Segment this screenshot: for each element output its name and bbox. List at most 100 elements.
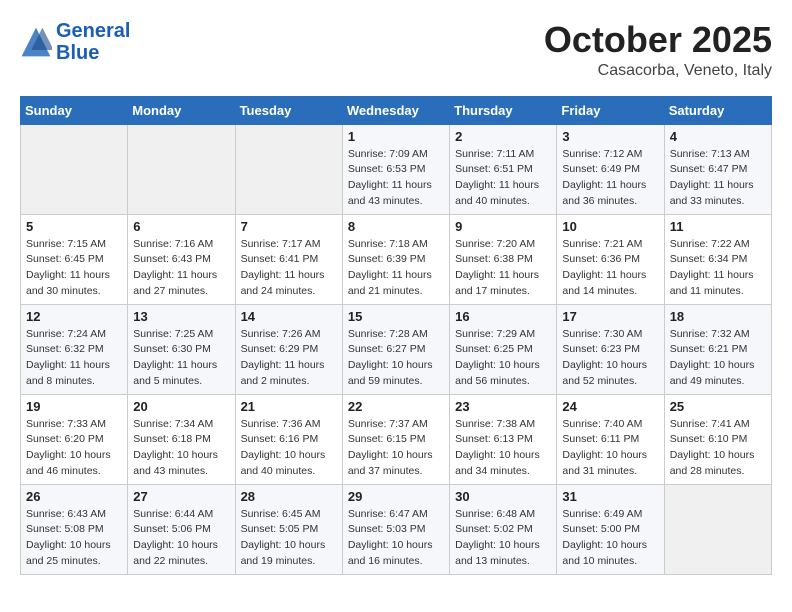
calendar-cell: 5Sunrise: 7:15 AMSunset: 6:45 PMDaylight…	[21, 214, 128, 304]
day-number: 29	[348, 489, 444, 504]
day-number: 12	[26, 309, 122, 324]
day-number: 9	[455, 219, 551, 234]
calendar-cell	[21, 124, 128, 214]
day-info: Sunrise: 6:47 AMSunset: 5:03 PMDaylight:…	[348, 507, 444, 570]
day-info: Sunrise: 7:26 AMSunset: 6:29 PMDaylight:…	[241, 327, 337, 390]
calendar-cell: 26 Sunrise: 6:43 AMSunset: 5:08 PMDayligh…	[21, 484, 128, 574]
title-block: October 2025 Casacorba, Veneto, Italy	[544, 20, 772, 80]
day-number: 28	[241, 489, 337, 504]
day-info: Sunrise: 7:17 AMSunset: 6:41 PMDaylight:…	[241, 237, 337, 300]
day-number: 18	[670, 309, 766, 324]
calendar-cell: 21 Sunrise: 7:36 AMSunset: 6:16 PMDayligh…	[235, 394, 342, 484]
calendar-cell: 23 Sunrise: 7:38 AMSunset: 6:13 PMDayligh…	[450, 394, 557, 484]
calendar-cell: 10 Sunrise: 7:21 AMSunset: 6:36 PMDayligh…	[557, 214, 664, 304]
calendar-cell: 15 Sunrise: 7:28 AMSunset: 6:27 PMDayligh…	[342, 304, 449, 394]
logo-text: GeneralBlue	[56, 20, 130, 64]
day-info: Sunrise: 7:24 AMSunset: 6:32 PMDaylight:…	[26, 327, 122, 390]
day-number: 14	[241, 309, 337, 324]
calendar-cell: 7 Sunrise: 7:17 AMSunset: 6:41 PMDaylight…	[235, 214, 342, 304]
day-number: 10	[562, 219, 658, 234]
day-number: 21	[241, 399, 337, 414]
day-number: 6	[133, 219, 229, 234]
calendar-cell: 12 Sunrise: 7:24 AMSunset: 6:32 PMDayligh…	[21, 304, 128, 394]
day-number: 23	[455, 399, 551, 414]
day-number: 31	[562, 489, 658, 504]
day-info: Sunrise: 7:22 AMSunset: 6:34 PMDaylight:…	[670, 237, 766, 300]
day-number: 20	[133, 399, 229, 414]
weekday-header-wednesday: Wednesday	[342, 96, 449, 124]
calendar-cell: 3 Sunrise: 7:12 AMSunset: 6:49 PMDaylight…	[557, 124, 664, 214]
calendar-cell: 16 Sunrise: 7:29 AMSunset: 6:25 PMDayligh…	[450, 304, 557, 394]
calendar-cell	[128, 124, 235, 214]
calendar-cell: 6 Sunrise: 7:16 AMSunset: 6:43 PMDaylight…	[128, 214, 235, 304]
weekday-header-tuesday: Tuesday	[235, 96, 342, 124]
day-number: 1	[348, 129, 444, 144]
day-number: 8	[348, 219, 444, 234]
day-info: Sunrise: 7:41 AMSunset: 6:10 PMDaylight:…	[670, 417, 766, 480]
calendar-table: SundayMondayTuesdayWednesdayThursdayFrid…	[20, 96, 772, 575]
day-info: Sunrise: 7:29 AMSunset: 6:25 PMDaylight:…	[455, 327, 551, 390]
day-info: Sunrise: 7:21 AMSunset: 6:36 PMDaylight:…	[562, 237, 658, 300]
calendar-cell: 17Sunrise: 7:30 AMSunset: 6:23 PMDayligh…	[557, 304, 664, 394]
weekday-header-thursday: Thursday	[450, 96, 557, 124]
weekday-header-sunday: Sunday	[21, 96, 128, 124]
calendar-week-4: 19Sunrise: 7:33 AMSunset: 6:20 PMDayligh…	[21, 394, 772, 484]
calendar-cell: 2 Sunrise: 7:11 AMSunset: 6:51 PMDaylight…	[450, 124, 557, 214]
calendar-cell: 30 Sunrise: 6:48 AMSunset: 5:02 PMDayligh…	[450, 484, 557, 574]
logo: GeneralBlue	[20, 20, 130, 64]
day-info: Sunrise: 6:44 AMSunset: 5:06 PMDaylight:…	[133, 507, 229, 570]
day-info: Sunrise: 6:48 AMSunset: 5:02 PMDaylight:…	[455, 507, 551, 570]
day-number: 30	[455, 489, 551, 504]
weekday-header-friday: Friday	[557, 96, 664, 124]
day-info: Sunrise: 7:36 AMSunset: 6:16 PMDaylight:…	[241, 417, 337, 480]
calendar-cell: 14 Sunrise: 7:26 AMSunset: 6:29 PMDayligh…	[235, 304, 342, 394]
location: Casacorba, Veneto, Italy	[544, 62, 772, 80]
day-number: 24	[562, 399, 658, 414]
day-info: Sunrise: 7:20 AMSunset: 6:38 PMDaylight:…	[455, 237, 551, 300]
calendar-cell: 9 Sunrise: 7:20 AMSunset: 6:38 PMDaylight…	[450, 214, 557, 304]
calendar-cell: 13Sunrise: 7:25 AMSunset: 6:30 PMDayligh…	[128, 304, 235, 394]
calendar-cell: 25 Sunrise: 7:41 AMSunset: 6:10 PMDayligh…	[664, 394, 771, 484]
day-info: Sunrise: 7:38 AMSunset: 6:13 PMDaylight:…	[455, 417, 551, 480]
day-info: Sunrise: 7:28 AMSunset: 6:27 PMDaylight:…	[348, 327, 444, 390]
day-info: Sunrise: 7:33 AMSunset: 6:20 PMDaylight:…	[26, 417, 122, 480]
day-info: Sunrise: 7:34 AMSunset: 6:18 PMDaylight:…	[133, 417, 229, 480]
calendar-cell: 27 Sunrise: 6:44 AMSunset: 5:06 PMDayligh…	[128, 484, 235, 574]
calendar-cell	[664, 484, 771, 574]
calendar-cell: 28 Sunrise: 6:45 AMSunset: 5:05 PMDayligh…	[235, 484, 342, 574]
calendar-cell: 22 Sunrise: 7:37 AMSunset: 6:15 PMDayligh…	[342, 394, 449, 484]
day-info: Sunrise: 7:25 AMSunset: 6:30 PMDaylight:…	[133, 327, 229, 390]
day-number: 15	[348, 309, 444, 324]
day-info: Sunrise: 7:16 AMSunset: 6:43 PMDaylight:…	[133, 237, 229, 300]
day-info: Sunrise: 7:37 AMSunset: 6:15 PMDaylight:…	[348, 417, 444, 480]
day-number: 16	[455, 309, 551, 324]
day-number: 2	[455, 129, 551, 144]
calendar-cell: 29 Sunrise: 6:47 AMSunset: 5:03 PMDayligh…	[342, 484, 449, 574]
calendar-cell: 24Sunrise: 7:40 AMSunset: 6:11 PMDayligh…	[557, 394, 664, 484]
calendar-cell: 11Sunrise: 7:22 AMSunset: 6:34 PMDayligh…	[664, 214, 771, 304]
day-number: 26	[26, 489, 122, 504]
day-number: 4	[670, 129, 766, 144]
logo-icon	[20, 26, 52, 58]
day-info: Sunrise: 6:45 AMSunset: 5:05 PMDaylight:…	[241, 507, 337, 570]
weekday-header-saturday: Saturday	[664, 96, 771, 124]
calendar-week-5: 26 Sunrise: 6:43 AMSunset: 5:08 PMDayligh…	[21, 484, 772, 574]
day-info: Sunrise: 6:49 AMSunset: 5:00 PMDaylight:…	[562, 507, 658, 570]
day-info: Sunrise: 7:12 AMSunset: 6:49 PMDaylight:…	[562, 147, 658, 210]
day-number: 27	[133, 489, 229, 504]
day-info: Sunrise: 7:18 AMSunset: 6:39 PMDaylight:…	[348, 237, 444, 300]
calendar-cell: 4Sunrise: 7:13 AMSunset: 6:47 PMDaylight…	[664, 124, 771, 214]
day-number: 3	[562, 129, 658, 144]
calendar-week-2: 5Sunrise: 7:15 AMSunset: 6:45 PMDaylight…	[21, 214, 772, 304]
day-number: 22	[348, 399, 444, 414]
day-info: Sunrise: 7:11 AMSunset: 6:51 PMDaylight:…	[455, 147, 551, 210]
month-title: October 2025	[544, 20, 772, 60]
day-info: Sunrise: 7:09 AMSunset: 6:53 PMDaylight:…	[348, 147, 444, 210]
calendar-cell: 19Sunrise: 7:33 AMSunset: 6:20 PMDayligh…	[21, 394, 128, 484]
day-info: Sunrise: 6:43 AMSunset: 5:08 PMDaylight:…	[26, 507, 122, 570]
day-info: Sunrise: 7:32 AMSunset: 6:21 PMDaylight:…	[670, 327, 766, 390]
calendar-cell: 31 Sunrise: 6:49 AMSunset: 5:00 PMDayligh…	[557, 484, 664, 574]
day-number: 25	[670, 399, 766, 414]
page-header: GeneralBlue October 2025 Casacorba, Vene…	[20, 20, 772, 80]
day-number: 7	[241, 219, 337, 234]
